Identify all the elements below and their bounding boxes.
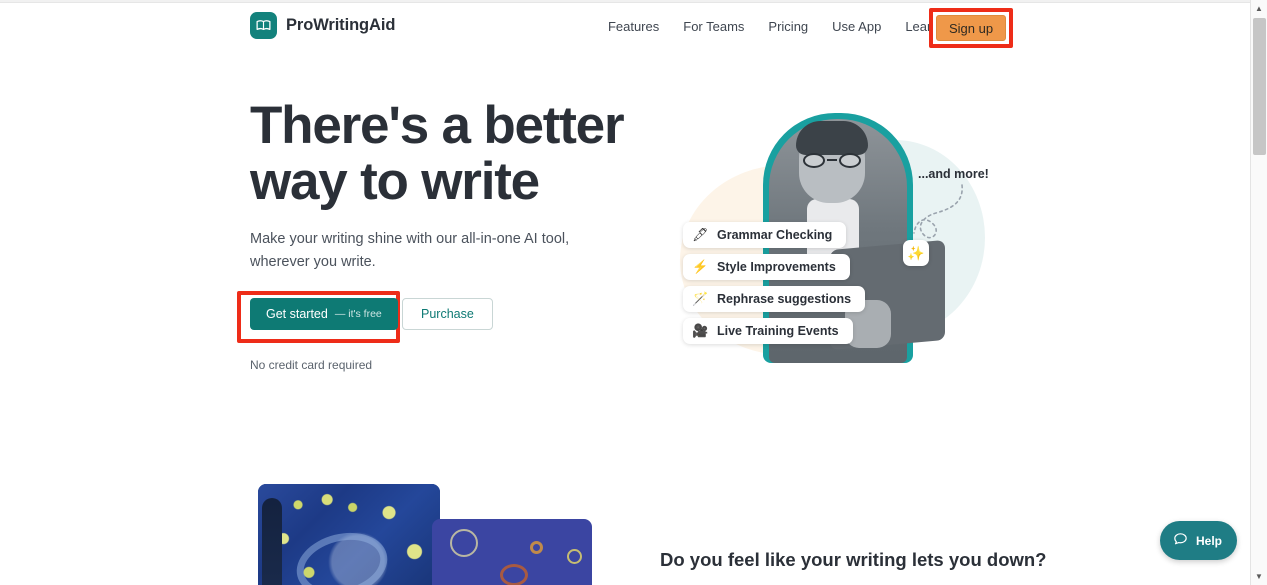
feature-chip-list: 🖋 Grammar Checking ⚡ Style Improvements … xyxy=(683,222,866,344)
person-hair xyxy=(796,121,868,155)
feature-chip-label: Rephrase suggestions xyxy=(717,292,852,306)
quill-pen-icon: 🖋 xyxy=(692,227,709,242)
purchase-button[interactable]: Purchase xyxy=(402,298,493,330)
feature-chip-grammar-checking[interactable]: 🖋 Grammar Checking xyxy=(683,222,847,248)
hero-illustration: ✨ ...and more! 🖋 Grammar Checking ⚡ Styl… xyxy=(655,105,1000,370)
speech-bubble-icon xyxy=(1172,531,1189,551)
browser-top-divider xyxy=(0,0,1250,3)
get-started-button[interactable]: Get started — it's free xyxy=(250,298,398,330)
vertical-scrollbar[interactable]: ▲ ▼ xyxy=(1250,0,1267,585)
scroll-down-arrow-icon[interactable]: ▼ xyxy=(1251,568,1267,585)
no-credit-card-note: No credit card required xyxy=(250,358,373,372)
nav-link-features[interactable]: Features xyxy=(596,12,671,41)
feature-chip-rephrase-suggestions[interactable]: 🪄 Rephrase suggestions xyxy=(683,286,866,312)
help-widget-label: Help xyxy=(1196,533,1223,548)
sign-up-annotation-box: Sign up xyxy=(929,8,1013,48)
get-started-free-note: — it's free xyxy=(334,308,382,320)
site-header: ProWritingAid Features For Teams Pricing… xyxy=(0,4,1250,48)
page-viewport: ProWritingAid Features For Teams Pricing… xyxy=(0,0,1250,585)
glasses-icon xyxy=(803,153,861,168)
nav-link-use-app[interactable]: Use App xyxy=(820,12,893,41)
scrollbar-thumb[interactable] xyxy=(1253,18,1266,155)
spiral-doodle xyxy=(530,541,543,554)
feature-chip-label: Live Training Events xyxy=(717,324,839,338)
curved-arrow-icon xyxy=(913,184,963,239)
lightning-bolt-icon: ⚡ xyxy=(692,259,709,274)
and-more-annotation: ...and more! xyxy=(918,167,989,181)
brand-logo-link[interactable]: ProWritingAid xyxy=(250,12,395,39)
hero-subtitle: Make your writing shine with our all-in-… xyxy=(250,231,570,270)
starry-night-cypress xyxy=(262,498,282,585)
page-title: There's a better way to write xyxy=(250,96,625,211)
nav-link-for-teams[interactable]: For Teams xyxy=(671,12,756,41)
magic-wand-icon: 🪄 xyxy=(692,291,709,306)
feature-chip-live-training-events[interactable]: 🎥 Live Training Events xyxy=(683,318,853,344)
help-widget-button[interactable]: Help xyxy=(1160,521,1238,560)
brand-name: ProWritingAid xyxy=(286,16,396,34)
blue-doodle-card xyxy=(432,519,592,585)
spiral-doodle xyxy=(567,549,582,564)
feature-chip-label: Style Improvements xyxy=(717,260,836,274)
starry-night-image-card xyxy=(258,484,440,585)
get-started-label: Get started xyxy=(266,307,328,321)
open-book-icon xyxy=(250,12,277,39)
scroll-up-arrow-icon[interactable]: ▲ xyxy=(1251,0,1267,17)
video-camera-icon: 🎥 xyxy=(692,323,709,338)
feature-chip-label: Grammar Checking xyxy=(717,228,833,242)
spiral-doodle xyxy=(500,564,528,585)
spiral-doodle xyxy=(450,529,478,557)
feature-chip-style-improvements[interactable]: ⚡ Style Improvements xyxy=(683,254,850,280)
sign-up-button[interactable]: Sign up xyxy=(936,15,1006,41)
section-heading: Do you feel like your writing lets you d… xyxy=(660,549,1047,570)
nav-link-pricing[interactable]: Pricing xyxy=(756,12,820,41)
